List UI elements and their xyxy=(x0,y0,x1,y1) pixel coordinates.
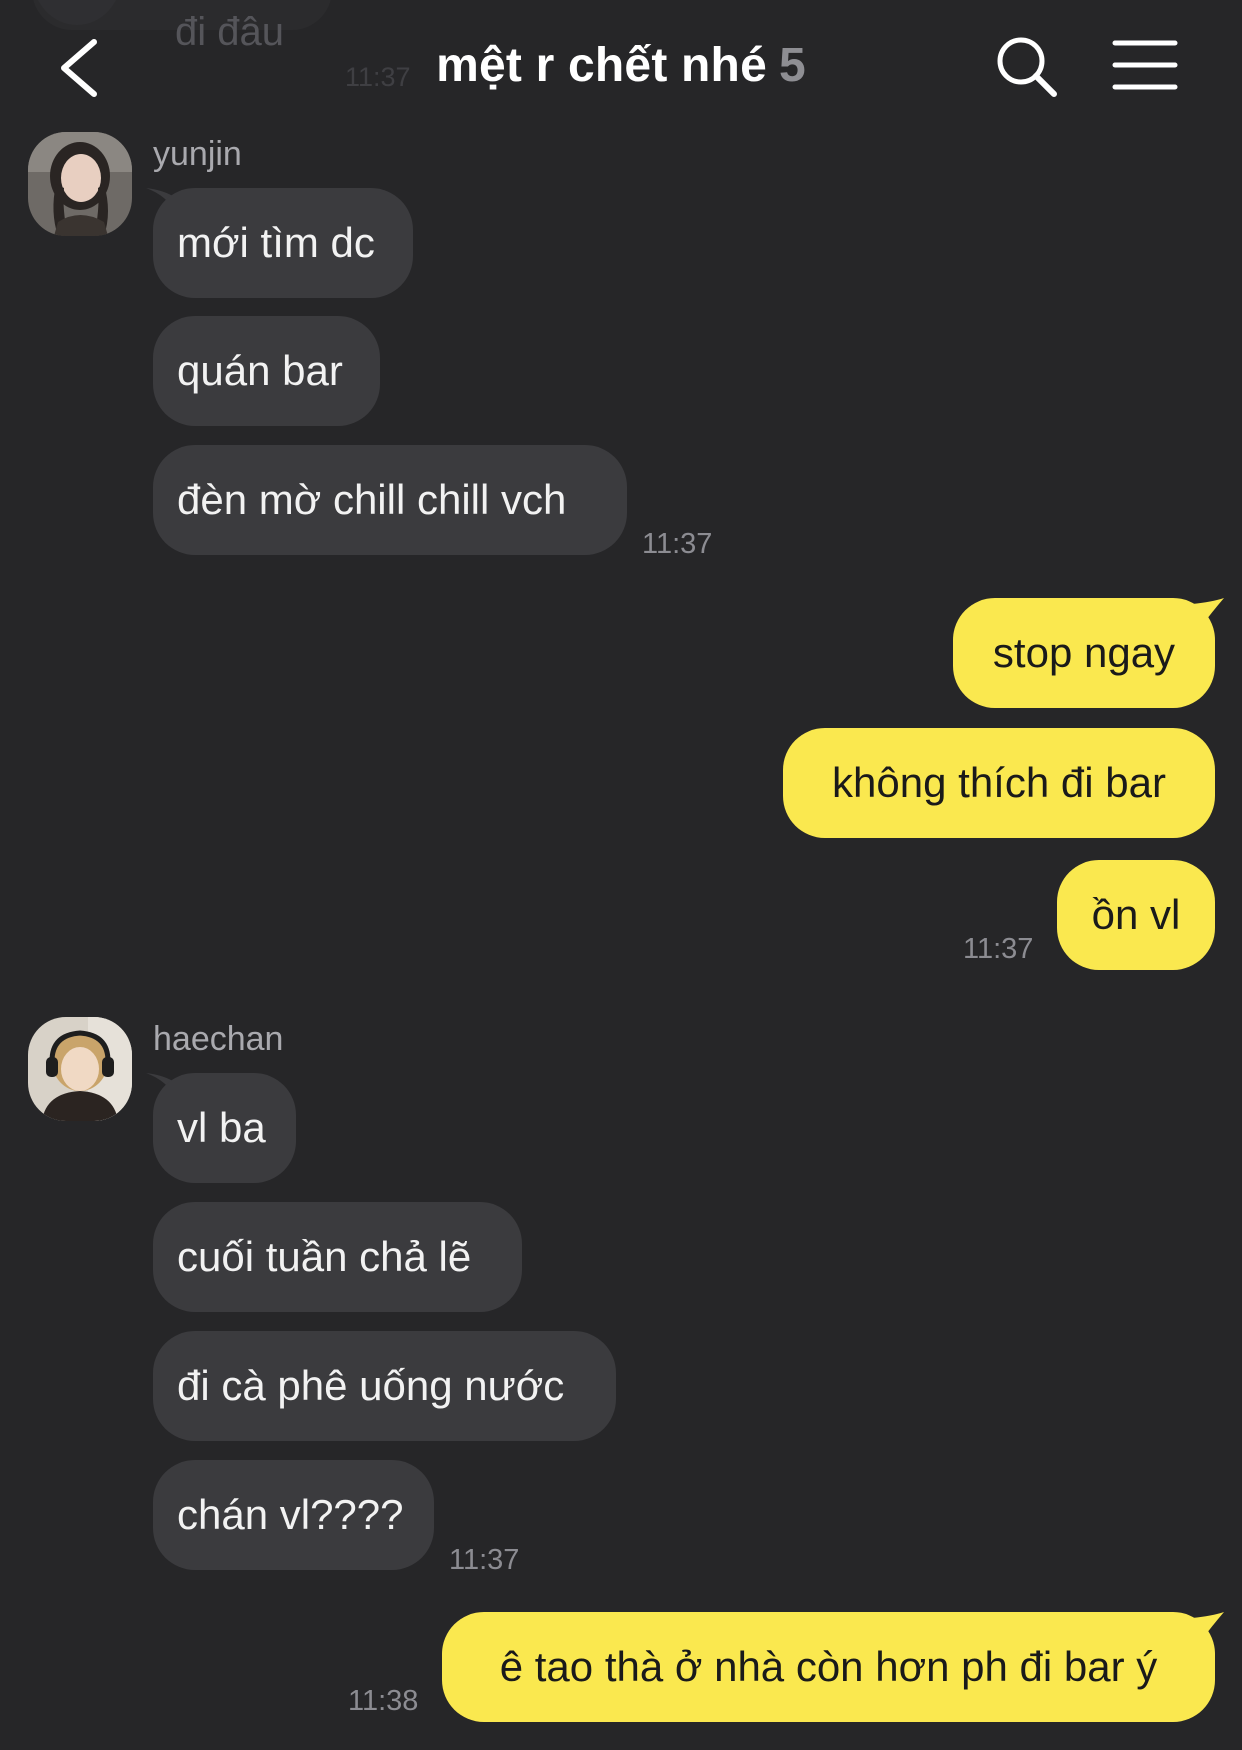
message-bubble[interactable]: chán vl???? xyxy=(153,1460,434,1570)
hamburger-menu-icon xyxy=(1112,40,1178,90)
avatar-haechan[interactable] xyxy=(28,1017,132,1121)
message-bubble[interactable]: quán bar xyxy=(153,316,380,426)
avatar-yunjin-image xyxy=(28,132,132,236)
message-timestamp: 11:38 xyxy=(348,1685,419,1717)
message-bubble[interactable]: đi cà phê uống nước xyxy=(153,1331,616,1441)
message-bubble[interactable]: stop ngay xyxy=(953,598,1215,708)
message-timestamp: 11:37 xyxy=(449,1544,520,1576)
message-bubble[interactable]: vl ba xyxy=(153,1073,296,1183)
menu-button[interactable] xyxy=(1112,38,1178,94)
message-bubble[interactable]: mới tìm dc xyxy=(153,188,413,298)
message-timestamp: 11:37 xyxy=(963,933,1034,965)
member-count: 5 xyxy=(778,39,806,92)
message-bubble[interactable]: ê tao thà ở nhà còn hơn ph đi bar ý xyxy=(442,1612,1215,1722)
message-bubble[interactable]: không thích đi bar xyxy=(783,728,1215,838)
avatar-yunjin[interactable] xyxy=(28,132,132,236)
search-icon xyxy=(997,37,1057,97)
search-button[interactable] xyxy=(992,32,1062,102)
sender-name: haechan xyxy=(153,1020,284,1058)
avatar-haechan-image xyxy=(28,1017,132,1121)
message-bubble[interactable]: đèn mờ chill chill vch xyxy=(153,445,627,555)
message-timestamp: 11:37 xyxy=(642,528,713,560)
sender-name: yunjin xyxy=(153,135,242,173)
chat-name: mệt r chết nhé xyxy=(436,39,767,92)
message-bubble[interactable]: cuối tuần chả lẽ xyxy=(153,1202,522,1312)
message-bubble[interactable]: ồn vl xyxy=(1057,860,1215,970)
